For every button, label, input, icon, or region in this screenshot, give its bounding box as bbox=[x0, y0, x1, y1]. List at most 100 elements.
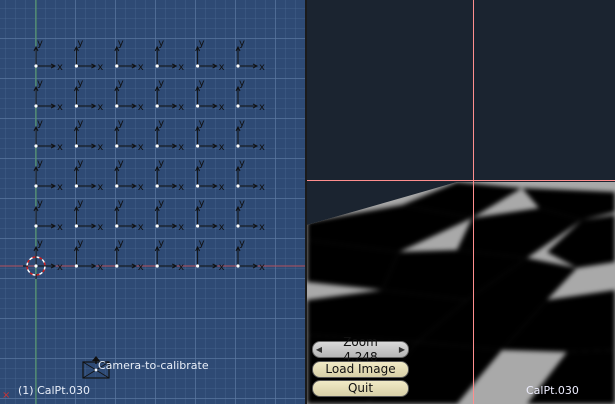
zoom-value: Zoom 4.248 bbox=[343, 334, 378, 364]
axis-label-y: y bbox=[37, 38, 43, 49]
zoom-number-field[interactable]: ◀ Zoom 4.248 ▶ bbox=[312, 335, 409, 364]
axis-label-x: x bbox=[97, 262, 103, 273]
calibration-point bbox=[115, 184, 119, 188]
calibration-point bbox=[115, 264, 119, 268]
axis-label-x: x bbox=[97, 182, 103, 193]
axis-label-x: x bbox=[219, 142, 225, 153]
calibration-point bbox=[74, 64, 78, 68]
axis-label-x: x bbox=[57, 262, 63, 273]
calibration-point bbox=[155, 144, 159, 148]
axis-label-y: y bbox=[37, 78, 43, 89]
load-image-button[interactable]: Load Image bbox=[312, 361, 409, 378]
calibration-point bbox=[236, 184, 240, 188]
image-object-label: CalPt.030 bbox=[526, 384, 579, 397]
calibration-point bbox=[115, 144, 119, 148]
calibration-point bbox=[74, 184, 78, 188]
axis-label-y: y bbox=[158, 118, 164, 129]
viewport-scene: y x y x y x y x y x y x y x y x y x y x y x y x y x y x y x y x y x y x y x y x… bbox=[0, 0, 305, 404]
axis-label-x: x bbox=[57, 222, 63, 233]
axis-label-y: y bbox=[239, 78, 245, 89]
axis-label-y: y bbox=[158, 198, 164, 209]
axis-label-y: y bbox=[199, 238, 205, 249]
calibration-point bbox=[196, 224, 200, 228]
axis-label-y: y bbox=[37, 198, 43, 209]
axis-label-y: y bbox=[158, 38, 164, 49]
axis-corner-icon: × bbox=[2, 390, 11, 401]
axis-label-y: y bbox=[37, 238, 43, 249]
calibration-point bbox=[236, 64, 240, 68]
axis-label-x: x bbox=[138, 262, 144, 273]
calibration-point bbox=[155, 224, 159, 228]
3d-viewport[interactable]: y x y x y x y x y x y x y x y x y x y x y x y x y x y x y x y x y x y x y x y x… bbox=[0, 0, 305, 404]
axis-label-x: x bbox=[178, 102, 184, 113]
axis-label-x: x bbox=[97, 222, 103, 233]
axis-label-x: x bbox=[178, 142, 184, 153]
calibration-point bbox=[236, 224, 240, 228]
axis-label-x: x bbox=[57, 142, 63, 153]
axis-label-x: x bbox=[138, 142, 144, 153]
axis-label-y: y bbox=[199, 158, 205, 169]
calibration-point bbox=[155, 184, 159, 188]
axis-label-x: x bbox=[57, 62, 63, 73]
calibration-point bbox=[196, 144, 200, 148]
axis-label-y: y bbox=[37, 118, 43, 129]
calibration-point bbox=[34, 264, 38, 268]
zoom-increase-icon[interactable]: ▶ bbox=[396, 342, 408, 357]
axis-label-y: y bbox=[199, 78, 205, 89]
axis-label-x: x bbox=[259, 102, 265, 113]
calibration-point bbox=[34, 104, 38, 108]
axis-label-y: y bbox=[77, 158, 83, 169]
zoom-decrease-icon[interactable]: ◀ bbox=[313, 342, 325, 357]
calibration-point bbox=[155, 64, 159, 68]
axis-label-y: y bbox=[77, 118, 83, 129]
axis-label-y: y bbox=[158, 158, 164, 169]
axis-label-x: x bbox=[259, 262, 265, 273]
axis-label-x: x bbox=[178, 62, 184, 73]
calibration-point bbox=[115, 104, 119, 108]
calibration-point bbox=[196, 104, 200, 108]
axis-label-x: x bbox=[259, 142, 265, 153]
calibration-point bbox=[196, 264, 200, 268]
axis-label-y: y bbox=[239, 158, 245, 169]
axis-label-x: x bbox=[57, 102, 63, 113]
axis-label-y: y bbox=[239, 238, 245, 249]
calibration-point bbox=[155, 104, 159, 108]
axis-label-y: y bbox=[199, 198, 205, 209]
calibration-point bbox=[34, 224, 38, 228]
active-object-label: (1) CalPt.030 bbox=[18, 384, 90, 397]
axis-label-y: y bbox=[77, 198, 83, 209]
axis-label-x: x bbox=[219, 182, 225, 193]
axis-label-y: y bbox=[158, 78, 164, 89]
axis-label-y: y bbox=[239, 118, 245, 129]
axis-label-x: x bbox=[138, 102, 144, 113]
axis-label-y: y bbox=[239, 198, 245, 209]
axis-label-y: y bbox=[118, 198, 124, 209]
blender-window: y x y x y x y x y x y x y x y x y x y x y x y x y x y x y x y x y x y x y x y x… bbox=[0, 0, 615, 404]
axis-label-y: y bbox=[77, 78, 83, 89]
axis-label-y: y bbox=[118, 38, 124, 49]
calibration-point bbox=[115, 64, 119, 68]
axis-label-x: x bbox=[178, 222, 184, 233]
image-editor[interactable]: ◀ Zoom 4.248 ▶ Load Image Quit CalPt.030 bbox=[307, 0, 615, 404]
axis-label-x: x bbox=[259, 182, 265, 193]
calibration-point bbox=[196, 184, 200, 188]
calibration-point bbox=[196, 64, 200, 68]
axis-label-y: y bbox=[118, 238, 124, 249]
axis-label-x: x bbox=[178, 182, 184, 193]
axis-label-x: x bbox=[178, 262, 184, 273]
axis-label-x: x bbox=[219, 222, 225, 233]
axis-label-y: y bbox=[118, 118, 124, 129]
calibration-point bbox=[155, 264, 159, 268]
calibration-point bbox=[34, 184, 38, 188]
calibration-point bbox=[34, 144, 38, 148]
calibration-point bbox=[115, 224, 119, 228]
axis-label-y: y bbox=[199, 38, 205, 49]
axis-label-y: y bbox=[158, 238, 164, 249]
axis-label-x: x bbox=[138, 222, 144, 233]
calibration-point bbox=[34, 64, 38, 68]
calibration-point bbox=[74, 264, 78, 268]
calibration-point bbox=[236, 104, 240, 108]
axis-label-x: x bbox=[138, 182, 144, 193]
axis-label-x: x bbox=[219, 62, 225, 73]
quit-button[interactable]: Quit bbox=[312, 380, 409, 397]
